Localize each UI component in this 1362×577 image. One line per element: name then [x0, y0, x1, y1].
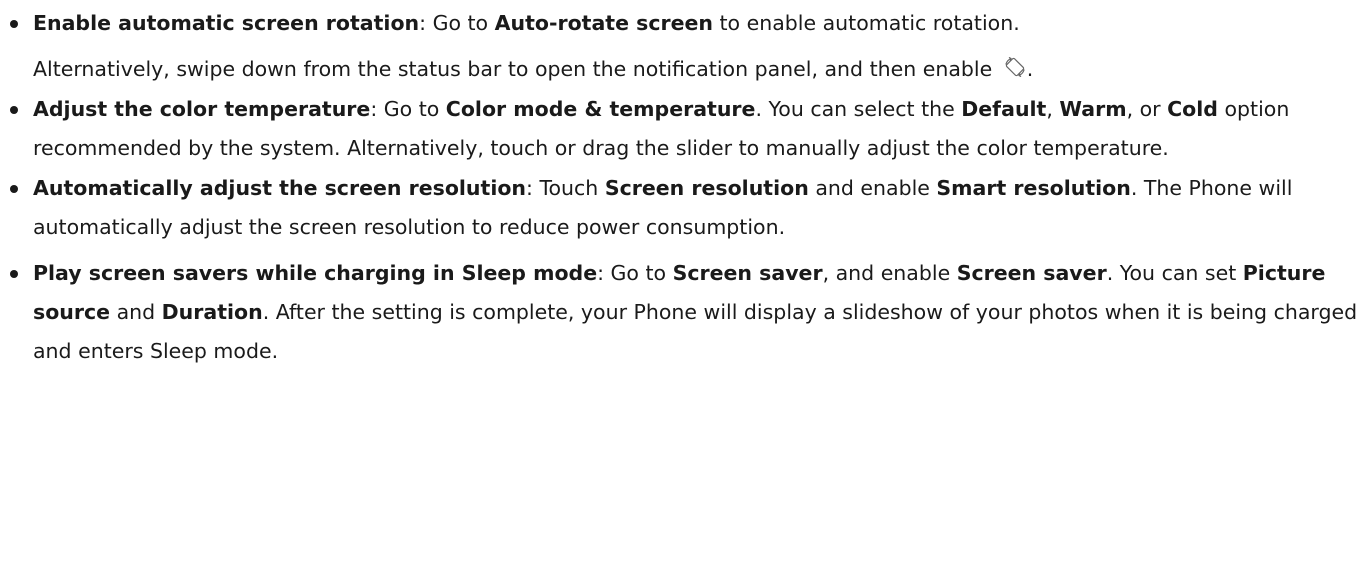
auto-rotate-icon [1003, 56, 1027, 78]
item-title: Automatically adjust the screen resoluti… [33, 176, 527, 200]
ui-term: Default [961, 97, 1047, 121]
item-title: Enable automatic screen rotation [33, 11, 420, 35]
paragraph: Enable automatic screen rotation: Go to … [33, 11, 1020, 35]
bullet-icon [10, 270, 18, 278]
list-item-color-temperature: Adjust the color temperature: Go to Colo… [0, 90, 1362, 168]
paragraph: Play screen savers while charging in Sle… [33, 261, 1358, 363]
bullet-icon [10, 106, 18, 114]
list-item-screen-saver: Play screen savers while charging in Sle… [0, 254, 1362, 371]
item-title: Play screen savers while charging in Sle… [33, 261, 598, 285]
ui-term: Screen saver [672, 261, 823, 285]
ui-term: Screen resolution [604, 176, 809, 200]
document-body: Enable automatic screen rotation: Go to … [0, 0, 1362, 577]
ui-term: Warm [1059, 97, 1127, 121]
ui-term: Smart resolution [936, 176, 1131, 200]
paragraph: Automatically adjust the screen resoluti… [33, 176, 1293, 239]
ui-term: Duration [161, 300, 263, 324]
item-title: Adjust the color temperature [33, 97, 371, 121]
bullet-icon [10, 185, 18, 193]
bullet-icon [10, 20, 18, 28]
paragraph: Alternatively, swipe down from the statu… [33, 56, 1034, 81]
ui-term: Color mode & temperature [445, 97, 756, 121]
ui-term: Screen saver [956, 261, 1107, 285]
list-item-screen-rotation: Enable automatic screen rotation: Go to … [0, 4, 1362, 89]
list-item-screen-resolution: Automatically adjust the screen resoluti… [0, 169, 1362, 247]
ui-term: Auto-rotate screen [494, 11, 713, 35]
ui-term: Cold [1167, 97, 1218, 121]
paragraph: Adjust the color temperature: Go to Colo… [33, 97, 1290, 160]
